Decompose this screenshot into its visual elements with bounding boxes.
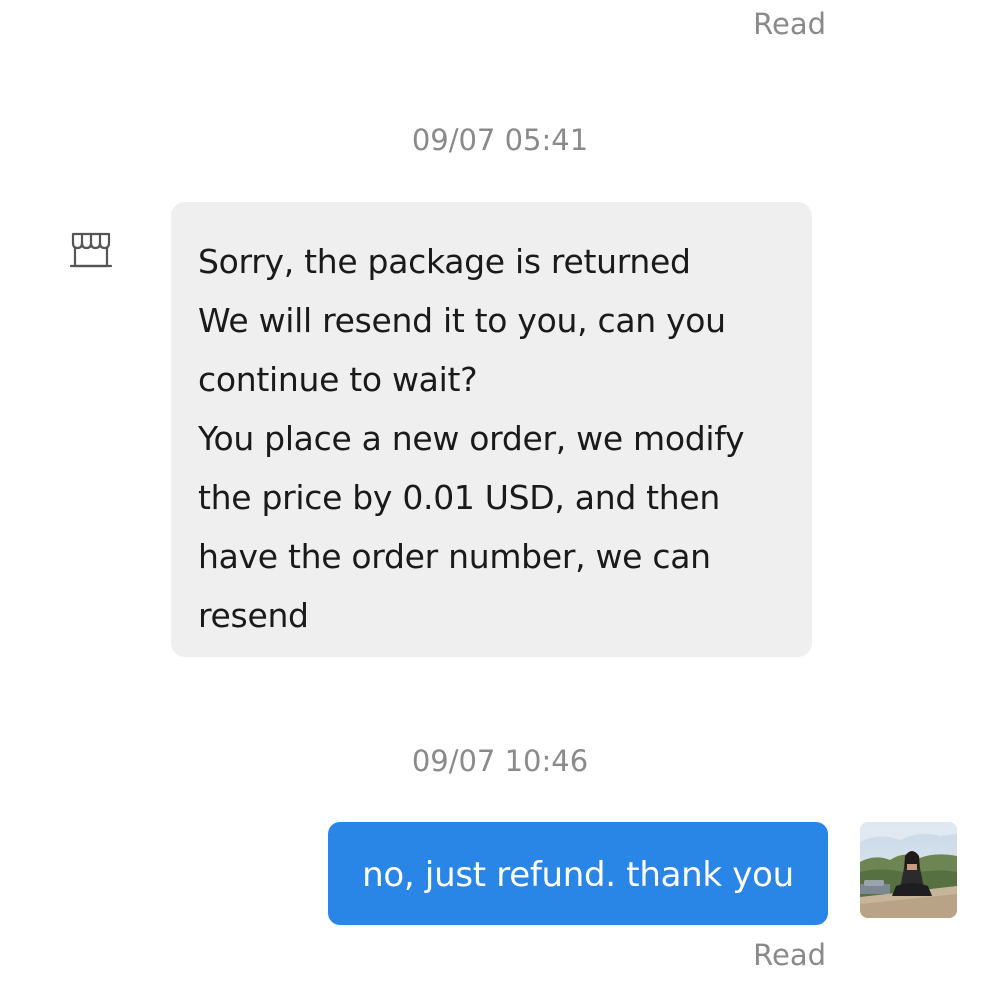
outgoing-message-bubble[interactable]: no, just refund. thank you <box>328 822 828 925</box>
store-icon[interactable] <box>69 230 113 270</box>
message-line: resend <box>198 596 309 635</box>
message-timestamp: 09/07 05:41 <box>411 123 589 157</box>
incoming-message-bubble[interactable]: Sorry, the package is returned We will r… <box>171 202 812 657</box>
user-avatar[interactable] <box>860 822 957 918</box>
read-status-top: Read <box>753 7 826 41</box>
read-status-bottom: Read <box>753 938 826 972</box>
message-line: have the order number, we can <box>198 537 711 576</box>
message-line: continue to wait? <box>198 360 478 399</box>
message-timestamp: 09/07 10:46 <box>411 744 589 778</box>
message-line: We will resend it to you, can you <box>198 301 726 340</box>
outgoing-message-text: no, just refund. thank you <box>362 855 794 895</box>
incoming-message-text: Sorry, the package is returned We will r… <box>198 232 802 645</box>
message-line: the price by 0.01 USD, and then <box>198 478 721 517</box>
message-line: Sorry, the package is returned <box>198 242 691 281</box>
message-line: You place a new order, we modify <box>198 419 745 458</box>
